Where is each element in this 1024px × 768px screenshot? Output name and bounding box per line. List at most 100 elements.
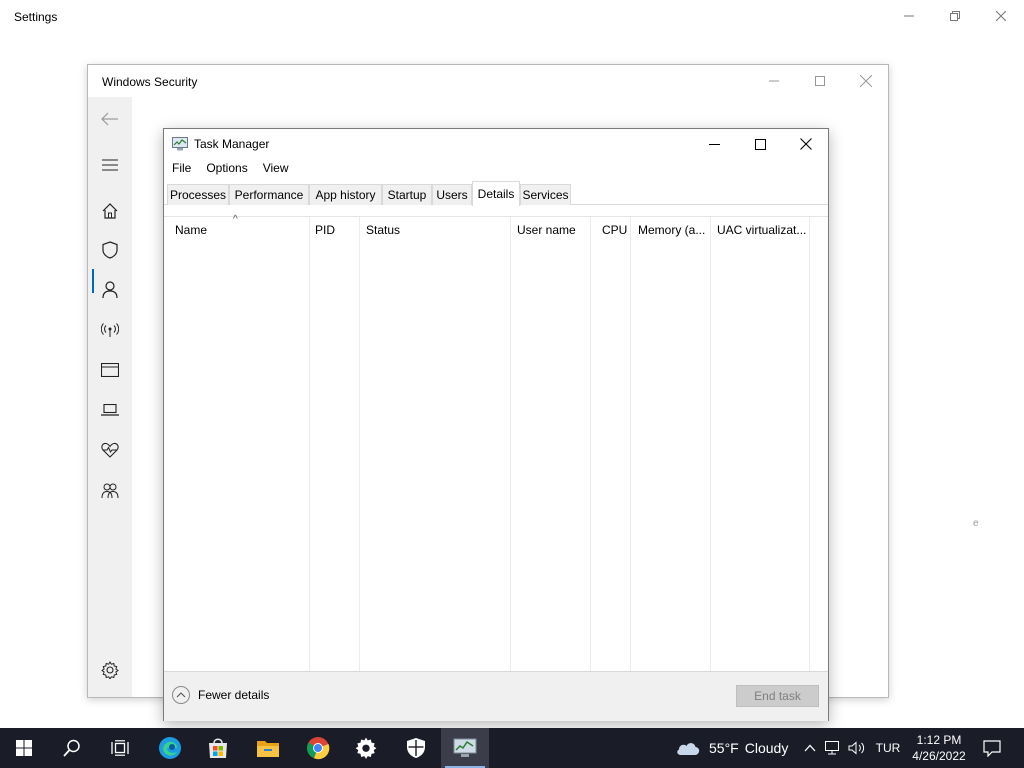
task-manager-titlebar[interactable]: Task Manager [164,129,828,159]
settings-gear-icon[interactable] [98,658,122,682]
settings-app-button[interactable] [342,728,390,768]
network-button[interactable] [824,728,840,768]
chrome-browser-button[interactable] [294,728,342,768]
firewall-antenna-icon[interactable] [98,318,122,342]
security-shield-icon [407,738,425,758]
file-explorer-button[interactable] [244,728,292,768]
sidebar-active-indicator [92,269,94,293]
security-content-edge-text: e [973,518,979,529]
task-view-button[interactable] [96,728,144,768]
notification-icon [983,739,1001,757]
column-header-user-name: User name [517,223,576,237]
fewer-details-label: Fewer details [198,688,270,702]
tab-performance[interactable]: Performance [229,184,309,205]
task-view-icon [111,740,129,756]
maximize-icon [815,76,825,86]
security-minimize-button[interactable] [751,65,797,97]
tab-users[interactable]: Users [432,184,472,205]
search-button[interactable] [48,728,96,768]
app-browser-icon[interactable] [98,358,122,382]
task-manager-menubar: File Options View [164,159,296,179]
search-icon [63,739,80,757]
tab-processes[interactable]: Processes [167,184,229,205]
device-laptop-icon[interactable] [98,398,122,422]
weather-temperature: 55°F [709,740,739,756]
taskbar: 55°F Cloudy TUR 1:12 PM 4/26/2022 [0,728,1024,768]
network-icon [825,741,839,755]
task-manager-taskbar-button[interactable] [441,728,489,768]
sort-ascending-indicator: ^ [233,214,238,225]
windows-security-button[interactable] [392,728,440,768]
edge-icon [159,737,181,759]
menu-view[interactable]: View [255,159,296,179]
store-icon [209,738,227,758]
minimize-icon [769,80,779,82]
settings-close-button[interactable] [978,0,1024,32]
chevron-up-icon [172,686,190,704]
hamburger-menu-icon[interactable] [98,153,122,177]
column-pid[interactable]: PID [310,217,360,672]
task-manager-close-button[interactable] [783,129,829,159]
tab-app-history[interactable]: App history [309,184,382,205]
family-options-icon[interactable] [98,479,122,503]
task-manager-window: Task Manager File Options View Processes… [163,128,829,721]
shield-icon[interactable] [98,238,122,262]
column-user-name[interactable]: User name [511,217,591,672]
column-name[interactable]: ^ Name [164,214,310,672]
taskbar-clock[interactable]: 1:12 PM 4/26/2022 [910,732,968,764]
start-button[interactable] [0,728,48,768]
chevron-up-icon [804,744,816,752]
minimize-icon [708,143,720,145]
tab-services[interactable]: Services [520,184,571,205]
minimize-icon [904,15,914,17]
menu-options[interactable]: Options [198,159,254,179]
restore-icon [950,11,960,21]
task-manager-icon [453,738,477,757]
tab-details[interactable]: Details [472,181,520,206]
account-person-icon[interactable] [98,278,122,302]
health-heart-icon[interactable] [98,438,122,462]
speaker-icon [848,741,865,755]
fewer-details-button[interactable]: Fewer details [172,686,269,704]
task-manager-title: Task Manager [194,137,270,151]
weather-widget[interactable]: 55°F Cloudy [676,728,788,768]
column-cpu[interactable]: CPU [591,217,631,672]
menu-file[interactable]: File [164,159,198,179]
tab-startup[interactable]: Startup [382,184,432,205]
details-table: ^ Name PID Status User name CPU Memory (… [164,214,828,672]
security-sidebar [88,97,132,697]
microsoft-store-button[interactable] [194,728,242,768]
close-icon [860,75,872,87]
windows-logo-icon [16,740,32,756]
gear-icon [355,737,377,759]
chrome-icon [306,737,330,760]
security-close-button[interactable] [843,65,889,97]
column-status[interactable]: Status [360,217,511,672]
column-header-cpu: CPU [602,223,628,237]
task-manager-app-icon [172,137,188,151]
task-manager-minimize-button[interactable] [691,129,737,159]
edge-browser-button[interactable] [146,728,194,768]
column-header-uac-virtualization: UAC virtualizat... [717,223,807,237]
column-memory[interactable]: Memory (a... [631,217,711,672]
settings-restore-button[interactable] [932,0,978,32]
task-manager-maximize-button[interactable] [737,129,783,159]
settings-minimize-button[interactable] [886,0,932,32]
maximize-icon [754,138,766,150]
column-uac-virtualization[interactable]: UAC virtualizat... [711,217,810,672]
end-task-button[interactable]: End task [736,685,819,707]
home-icon[interactable] [98,199,122,223]
back-arrow-icon[interactable] [98,107,122,131]
action-center-button[interactable] [970,728,1014,768]
show-hidden-icons-button[interactable] [802,728,818,768]
clock-date: 4/26/2022 [912,749,966,763]
volume-button[interactable] [846,728,868,768]
cloud-icon [677,743,700,755]
column-header-memory: Memory (a... [638,223,706,237]
input-language-indicator[interactable]: TUR [876,728,901,768]
security-maximize-button[interactable] [797,65,843,97]
column-header-pid: PID [315,223,336,237]
task-manager-footer: Fewer details End task [164,671,828,721]
windows-security-title: Windows Security [102,75,198,89]
clock-time: 1:12 PM [916,733,962,747]
